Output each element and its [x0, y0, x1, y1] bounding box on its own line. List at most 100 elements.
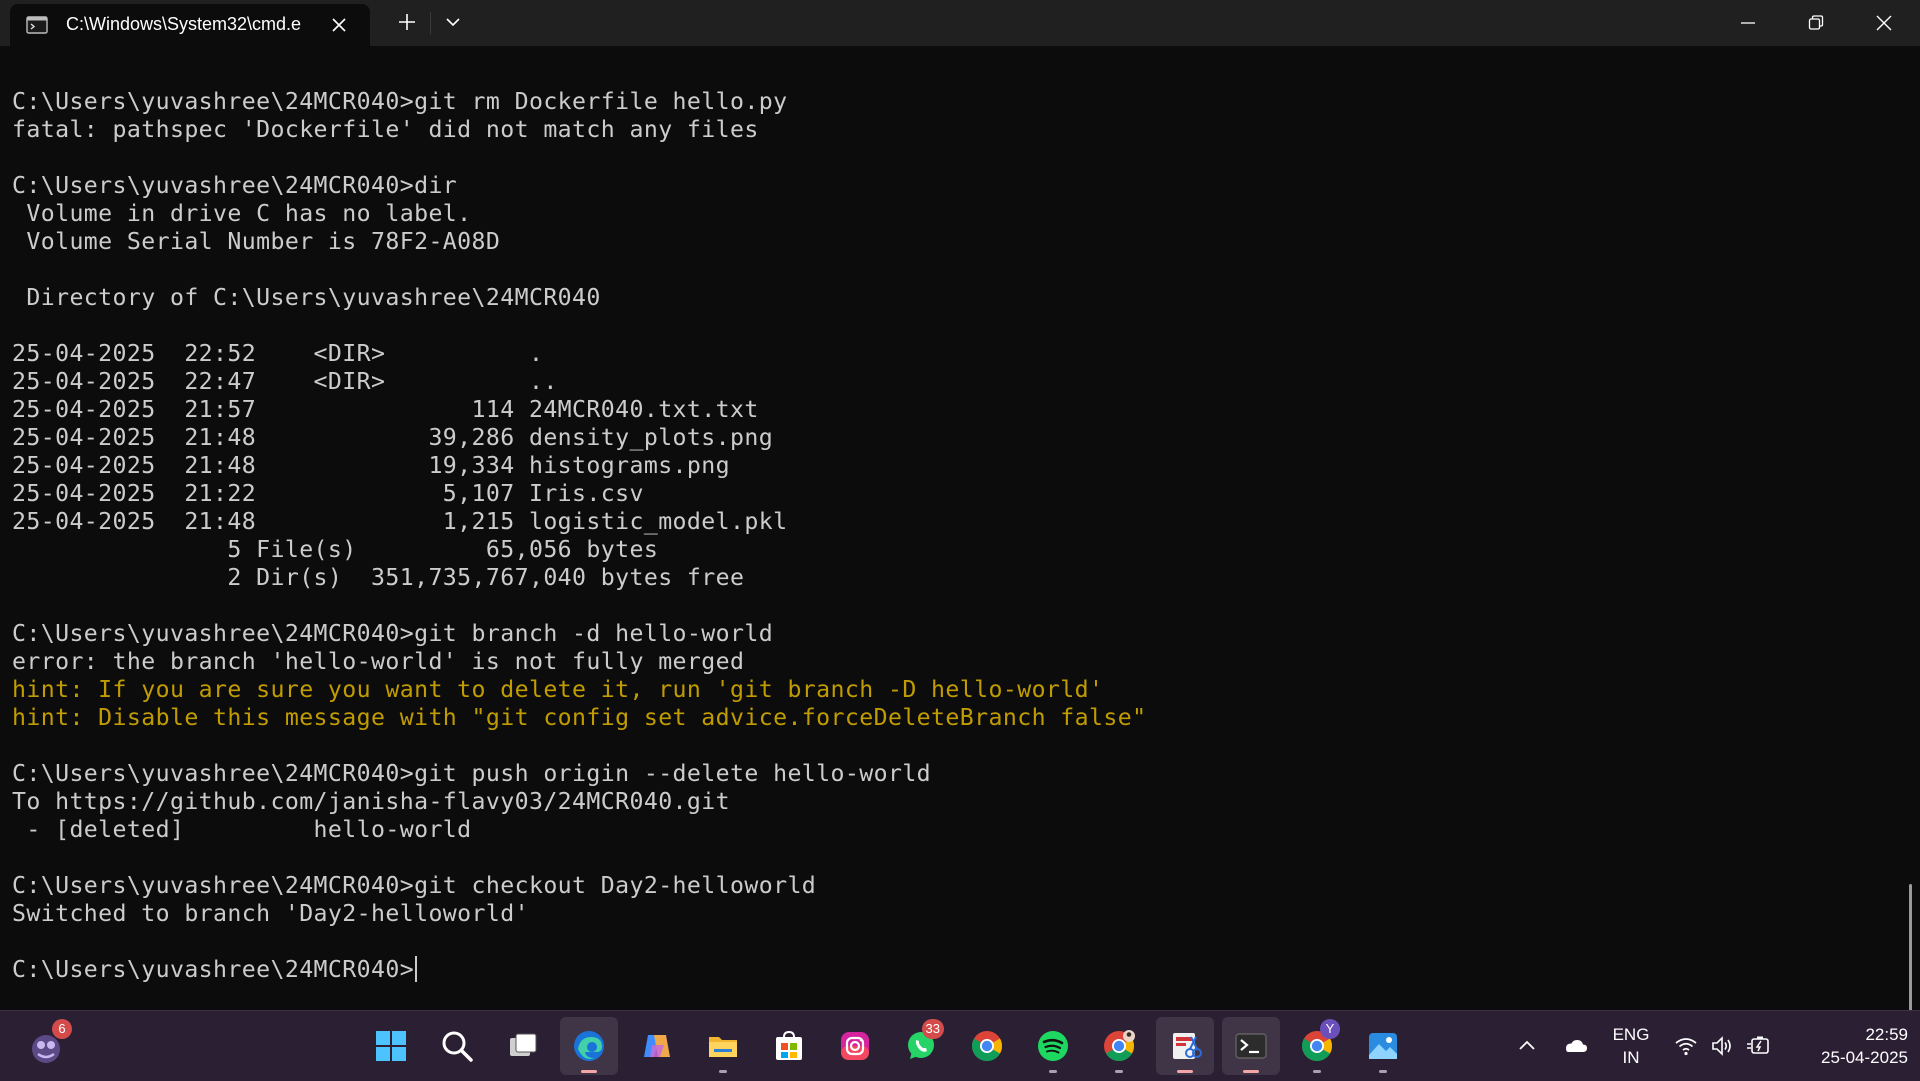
terminal-line: 5 File(s) 65,056 bytes — [12, 536, 659, 563]
close-tab-icon[interactable] — [330, 16, 348, 34]
onedrive-cloud-icon[interactable] — [1561, 1035, 1589, 1057]
language-code: ENG — [1612, 1025, 1650, 1044]
close-icon — [1876, 15, 1892, 31]
clock-time: 22:59 — [1865, 1025, 1908, 1044]
taskbar-instagram-button[interactable] — [826, 1017, 884, 1075]
taskbar-copilot-button[interactable] — [628, 1017, 686, 1075]
terminal-line: hint: If you are sure you want to delete… — [12, 676, 1104, 703]
terminal-output-area[interactable]: C:\Users\yuvashree\24MCR040>git rm Docke… — [0, 46, 1912, 1024]
command-prompt-line: C:\Users\yuvashree\24MCR040> — [12, 956, 1146, 984]
running-indicator — [1313, 1070, 1321, 1073]
task-view-icon — [510, 1033, 537, 1056]
taskbar-spotify-button[interactable] — [1024, 1017, 1082, 1075]
terminal-icon — [26, 16, 48, 34]
text-cursor — [415, 956, 418, 982]
taskbar-snipping-tool-button[interactable] — [1156, 1017, 1214, 1075]
terminal-line: error: the branch 'hello-world' is not f… — [12, 648, 745, 675]
tab-separator — [430, 12, 431, 34]
clock-date: 25-04-2025 — [1821, 1048, 1908, 1067]
terminal-tab[interactable]: C:\Windows\System32\cmd.e — [10, 4, 370, 46]
terminal-line: C:\Users\yuvashree\24MCR040>git push ori… — [12, 760, 932, 787]
taskbar-whatsapp-button[interactable]: 33 — [892, 1017, 950, 1075]
taskbar-chrome-button[interactable] — [958, 1017, 1016, 1075]
tab-title: C:\Windows\System32\cmd.e — [66, 14, 302, 34]
notification-badge: Y — [1320, 1019, 1340, 1039]
terminal-line: 25-04-2025 22:47 <DIR> .. — [12, 368, 558, 395]
taskbar-start-button[interactable] — [362, 1017, 420, 1075]
taskbar-microsoft-store-button[interactable] — [760, 1017, 818, 1075]
chevron-up-icon[interactable] — [1514, 1033, 1540, 1059]
terminal-line: C:\Users\yuvashree\24MCR040>dir — [12, 172, 458, 199]
terminal-line: 25-04-2025 21:48 39,286 density_plots.pn… — [12, 424, 774, 451]
chrome-profile-icon — [1104, 1030, 1135, 1062]
terminal-line: C:\Users\yuvashree\24MCR040>git branch -… — [12, 620, 774, 647]
terminal-line: - [deleted] hello-world — [12, 816, 472, 843]
running-indicator — [1049, 1070, 1057, 1073]
widgets-button[interactable]: 6 — [26, 1019, 72, 1069]
taskbar-chrome-profile-button[interactable] — [1090, 1017, 1148, 1075]
taskbar: 6 33 Y ENG IN 22:59 25-04-2025 — [0, 1010, 1920, 1081]
terminal-line: 25-04-2025 21:22 5,107 Iris.csv — [12, 480, 644, 507]
terminal-line: Volume in drive C has no label. — [12, 200, 472, 227]
wifi-icon[interactable] — [1674, 1035, 1698, 1057]
terminal-line: 25-04-2025 21:48 19,334 histograms.png — [12, 452, 731, 479]
copilot-icon — [644, 1035, 670, 1057]
terminal-line: 25-04-2025 22:52 <DIR> . — [12, 340, 544, 367]
terminal-icon — [1235, 1033, 1267, 1059]
region-code: IN — [1622, 1048, 1640, 1067]
terminal-line: fatal: pathspec 'Dockerfile' did not mat… — [12, 116, 759, 143]
minimize-icon — [1741, 22, 1755, 24]
terminal-line: 2 Dir(s) 351,735,767,040 bytes free — [12, 564, 745, 591]
terminal-line: Switched to branch 'Day2-helloworld' — [12, 900, 529, 927]
snipping-tool-icon — [1173, 1033, 1202, 1059]
running-indicator — [1115, 1070, 1123, 1073]
taskbar-photos-button[interactable] — [1354, 1017, 1412, 1075]
running-indicator — [1243, 1070, 1259, 1073]
restore-button[interactable] — [1782, 0, 1850, 46]
running-indicator — [1379, 1070, 1387, 1073]
close-button[interactable] — [1850, 0, 1918, 46]
terminal-text: C:\Users\yuvashree\24MCR040>git rm Docke… — [12, 88, 1146, 984]
terminal-line: C:\Users\yuvashree\24MCR040>git rm Docke… — [12, 88, 788, 115]
windows-start-icon — [376, 1031, 406, 1061]
terminal-line: Directory of C:\Users\yuvashree\24MCR040 — [12, 284, 601, 311]
terminal-line: To https://github.com/janisha-flavy03/24… — [12, 788, 731, 815]
new-tab-icon[interactable] — [396, 11, 418, 33]
store-icon — [776, 1030, 802, 1060]
terminal-line: 25-04-2025 21:48 1,215 logistic_model.pk… — [12, 508, 788, 535]
system-clock[interactable]: 22:59 25-04-2025 — [1790, 1023, 1908, 1069]
taskbar-task-view-button[interactable] — [494, 1017, 552, 1075]
spotify-icon — [1038, 1031, 1068, 1061]
taskbar-chrome-y-button[interactable]: Y — [1288, 1017, 1346, 1075]
notification-badge: 33 — [921, 1019, 944, 1039]
running-indicator — [719, 1070, 727, 1073]
instagram-icon — [841, 1032, 869, 1060]
restore-icon — [1808, 15, 1824, 30]
terminal-line: Volume Serial Number is 78F2-A08D — [12, 228, 501, 255]
minimize-button[interactable] — [1714, 0, 1782, 46]
scrollbar-thumb[interactable] — [1909, 884, 1912, 1024]
terminal-line: 25-04-2025 21:57 114 24MCR040.txt.txt — [12, 396, 759, 423]
language-indicator[interactable]: ENG IN — [1608, 1023, 1654, 1069]
volume-icon[interactable] — [1710, 1035, 1734, 1057]
chevron-down-icon[interactable] — [444, 14, 462, 30]
running-indicator — [1177, 1070, 1193, 1073]
battery-charging-icon[interactable] — [1746, 1035, 1772, 1057]
chrome-icon — [971, 1031, 1003, 1062]
photos-icon — [1369, 1033, 1397, 1059]
terminal-line: C:\Users\yuvashree\24MCR040>git checkout… — [12, 872, 817, 899]
widgets-badge: 6 — [52, 1019, 72, 1039]
taskbar-search-button[interactable] — [428, 1017, 486, 1075]
taskbar-terminal-button[interactable] — [1222, 1017, 1280, 1075]
search-icon — [442, 1031, 473, 1062]
taskbar-file-explorer-button[interactable] — [694, 1017, 752, 1075]
taskbar-edge-button[interactable] — [560, 1017, 618, 1075]
running-indicator — [581, 1070, 597, 1073]
